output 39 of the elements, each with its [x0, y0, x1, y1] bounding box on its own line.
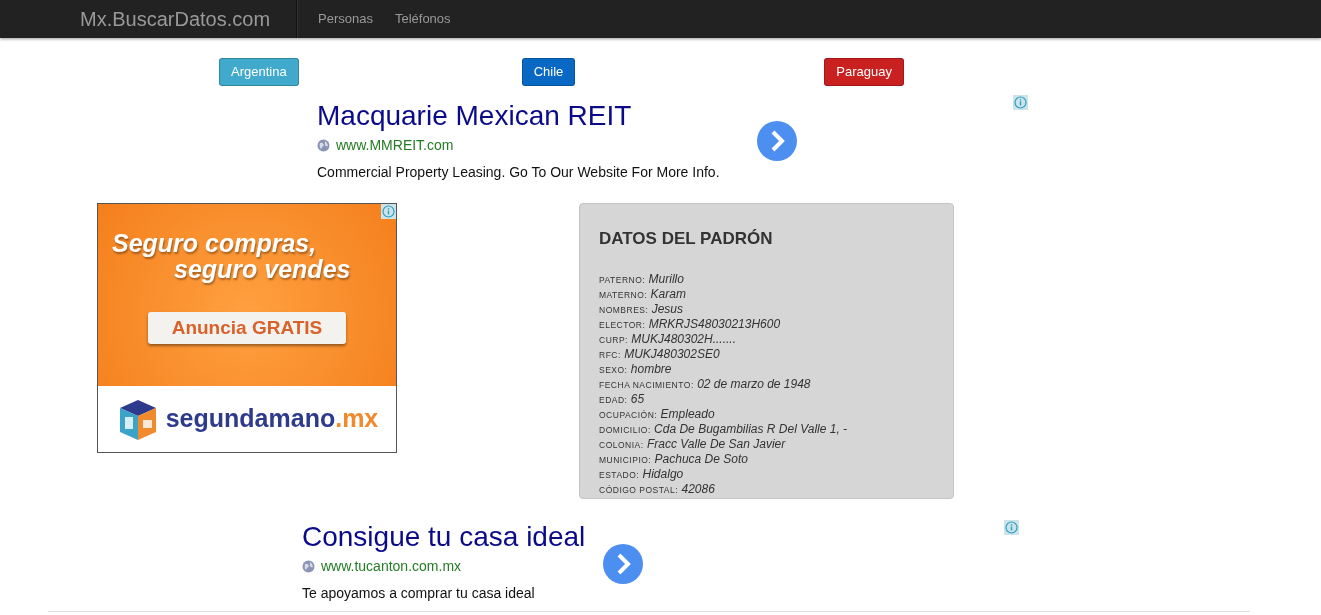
info-icon[interactable] — [1004, 520, 1020, 535]
record-field: MATERNO: Karam — [599, 286, 934, 302]
globe-icon — [302, 560, 315, 573]
ad-url[interactable]: www.MMREIT.com — [336, 135, 454, 156]
record-field: ESTADO: Hidalgo — [599, 466, 934, 482]
nav-link[interactable]: Personas — [318, 9, 373, 29]
record-field: ELECTOR: MRKRJS48030213H600 — [599, 316, 934, 332]
ad-description: Commercial Property Leasing. Go To Our Website For More Info. — [317, 163, 720, 182]
ad-url[interactable]: www.tucanton.com.mx — [321, 556, 462, 577]
country-button[interactable]: Paraguay — [824, 58, 904, 86]
arrow-button[interactable] — [756, 121, 797, 161]
ad-description: Te apoyamos a comprar tu casa ideal — [302, 584, 536, 603]
record-field: NOMBRES: Jesus — [599, 301, 934, 317]
record-field: CURP: MUKJ480302H....... — [599, 331, 934, 347]
info-icon[interactable] — [1012, 95, 1028, 110]
nav-link[interactable]: Teléfonos — [394, 9, 451, 29]
record-field: OCUPACIÓN: Empleado — [599, 406, 934, 422]
brand-link[interactable]: Mx.BuscarDatos.com — [80, 4, 271, 34]
banner-headline: Seguro compras, — [112, 230, 318, 256]
record-field: DOMICILIO: Cda De Bugambilias R Del Valle 1, - — [599, 421, 934, 437]
record-field: MUNICIPIO: Pachuca De Soto — [599, 451, 934, 467]
arrow-button[interactable] — [603, 544, 644, 584]
ad-title[interactable]: Consigue tu casa ideal — [302, 520, 586, 554]
record-field: COLONIA: Fracc Valle De San Javier — [599, 436, 934, 452]
card-title: DATOS DEL PADRÓN — [599, 228, 774, 250]
record-field: PATERNO: Murillo — [599, 271, 934, 287]
banner-ad[interactable]: Seguro compras, seguro vendes Anuncia GRATIS segundamano.mx — [97, 203, 397, 453]
banner-cta-button[interactable]: Anuncia GRATIS — [148, 312, 346, 344]
info-icon[interactable] — [381, 204, 396, 219]
record-field: FECHA NACIMIENTO: 02 de marzo de 1948 — [599, 376, 934, 392]
logo-text: segundamano.mx — [165, 403, 379, 435]
banner-headline: seguro vendes — [174, 256, 352, 282]
record-field: SEXO: hombre — [599, 361, 934, 377]
ad-title[interactable]: Macquarie Mexican REIT — [317, 99, 720, 133]
globe-icon — [317, 139, 330, 152]
country-button[interactable]: Chile — [521, 58, 576, 86]
record-field: RFC: MUKJ480302SE0 — [599, 346, 934, 362]
record-field: EDAD: 65 — [599, 391, 934, 407]
record-field: CÓDIGO POSTAL: 42086 — [599, 481, 934, 497]
